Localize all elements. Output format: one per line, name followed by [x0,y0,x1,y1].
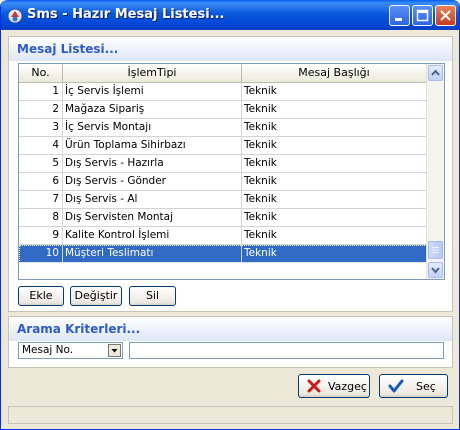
scroll-up-button[interactable] [428,65,443,81]
cell-no: 6 [19,173,63,190]
cell-mesaj-basligi: Teknik [242,155,427,172]
maximize-icon [416,9,429,22]
dropdown-arrow-button[interactable] [108,344,121,357]
cell-islem-tipi: Dış Servis - Gönder [63,173,242,190]
cell-no: 5 [19,155,63,172]
panel-header: Arama Kriterleri... [9,317,452,341]
cell-no: 3 [19,119,63,136]
cell-no: 4 [19,137,63,154]
cell-islem-tipi: Ürün Toplama Sihirbazı [63,137,242,154]
cell-no: 8 [19,209,63,226]
cell-islem-tipi: Mağaza Sipariş [63,101,242,118]
message-grid[interactable]: No. İşlemTipi Mesaj Başlığı 1 İç Servis İ… [18,63,445,280]
table-row[interactable]: 2 Mağaza Sipariş Teknik [19,101,427,119]
window-title: Sms - Hazır Mesaj Listesi... [27,7,225,22]
cell-mesaj-basligi: Teknik [242,119,427,136]
maximize-button[interactable] [412,5,433,26]
status-bar [8,406,453,424]
title-bar[interactable]: Sms - Hazır Mesaj Listesi... [1,0,459,30]
scroll-down-button[interactable] [428,262,443,278]
cell-mesaj-basligi: Teknik [242,227,427,244]
cell-mesaj-basligi: Teknik [242,83,427,100]
cell-mesaj-basligi: Teknik [242,245,427,262]
cell-no: 9 [19,227,63,244]
select-button[interactable]: Seç [379,374,448,398]
cell-no: 10 [19,245,63,262]
section-title: Mesaj Listesi... [17,42,119,56]
cell-mesaj-basligi: Teknik [242,137,427,154]
vertical-scrollbar[interactable] [426,64,444,279]
criteria-select[interactable]: Mesaj No. [18,342,123,359]
cell-mesaj-basligi: Teknik [242,101,427,118]
app-icon [7,8,23,24]
table-row[interactable]: 8 Dış Servisten Montaj Teknik [19,209,427,227]
close-icon [440,10,451,21]
delete-button[interactable]: Sil [129,286,176,306]
table-row[interactable]: 3 İç Servis Montajı Teknik [19,119,427,137]
table-row[interactable]: 6 Dış Servis - Gönder Teknik [19,173,427,191]
table-row[interactable]: 1 İç Servis İşlemi Teknik [19,83,427,101]
edit-button-label: Değiştir [74,289,118,302]
cell-islem-tipi: Kalite Kontrol İşlemi [63,227,242,244]
close-button[interactable] [435,5,456,26]
cell-mesaj-basligi: Teknik [242,191,427,208]
dropdown-arrow-icon [111,349,118,353]
cell-no: 1 [19,83,63,100]
grid-header: No. İşlemTipi Mesaj Başlığı [19,64,427,83]
add-button[interactable]: Ekle [18,286,64,306]
cell-no: 2 [19,101,63,118]
grip-lines [432,247,439,253]
cell-islem-tipi: İç Servis İşlemi [63,83,242,100]
scroll-down-icon [431,267,440,274]
table-row[interactable]: 9 Kalite Kontrol İşlemi Teknik [19,227,427,245]
table-row[interactable]: 10 Müşteri Teslimatı Teknik [19,245,427,263]
edit-button[interactable]: Değiştir [70,286,122,306]
cell-islem-tipi: Müşteri Teslimatı [63,245,242,262]
column-header-islemtipi[interactable]: İşlemTipi [63,64,242,82]
minimize-button[interactable] [389,5,410,26]
cell-islem-tipi: Dış Servisten Montaj [63,209,242,226]
cancel-button[interactable]: Vazgeç [298,374,370,398]
cell-mesaj-basligi: Teknik [242,209,427,226]
delete-button-label: Sil [145,289,160,302]
column-header-no[interactable]: No. [19,64,63,82]
check-icon [388,379,404,393]
scroll-up-icon [431,69,440,76]
minimize-icon [395,18,402,21]
table-row[interactable]: 5 Dış Servis - Hazırla Teknik [19,155,427,173]
search-input[interactable] [129,342,444,359]
table-row[interactable]: 4 Ürün Toplama Sihirbazı Teknik [19,137,427,155]
criteria-select-value: Mesaj No. [22,344,74,356]
section-title: Arama Kriterleri... [17,322,141,336]
table-row[interactable]: 7 Dış Servis - Al Teknik [19,191,427,209]
panel-header: Mesaj Listesi... [9,37,452,61]
cell-islem-tipi: İç Servis Montajı [63,119,242,136]
cancel-button-label: Vazgeç [328,380,367,393]
cell-mesaj-basligi: Teknik [242,173,427,190]
cancel-x-icon [307,379,321,393]
add-button-label: Ekle [29,289,53,302]
scroll-thumb[interactable] [428,241,443,259]
dialog-window: Sms - Hazır Mesaj Listesi... Mesaj Liste… [0,0,460,430]
column-header-mesaj-basligi[interactable]: Mesaj Başlığı [242,64,427,82]
select-button-label: Seç [416,380,436,393]
cell-no: 7 [19,191,63,208]
cell-islem-tipi: Dış Servis - Hazırla [63,155,242,172]
cell-islem-tipi: Dış Servis - Al [63,191,242,208]
